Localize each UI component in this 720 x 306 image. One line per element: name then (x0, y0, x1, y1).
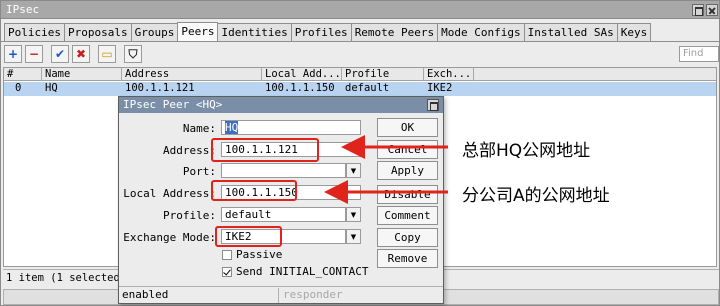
profile-select[interactable]: default (221, 207, 346, 222)
apply-button[interactable]: Apply (377, 161, 438, 180)
name-label: Name: (182, 122, 216, 135)
dialog-title: IPsec Peer <HQ> (123, 98, 223, 111)
col-exchange[interactable]: Exch... (424, 68, 474, 81)
find-input[interactable]: Find (679, 46, 719, 62)
tab-profiles[interactable]: Profiles (290, 23, 352, 42)
send-initial-contact-checkbox[interactable] (222, 267, 232, 277)
col-index[interactable]: # (4, 68, 42, 81)
tab-peers[interactable]: Peers (177, 22, 219, 42)
copy-button[interactable]: Copy (377, 228, 438, 247)
disable-button[interactable]: Disable (377, 185, 438, 204)
col-profile[interactable]: Profile (342, 68, 424, 81)
exchange-mode-label: Exchange Mode: (123, 231, 216, 244)
remove-icon[interactable]: − (25, 45, 43, 63)
profile-label: Profile: (163, 209, 216, 222)
tab-mode-configs[interactable]: Mode Configs (437, 23, 525, 42)
disable-icon[interactable]: ✖ (72, 45, 90, 63)
local-address-annotation: 分公司A的公网地址 (462, 186, 610, 206)
tab-installed-sas[interactable]: Installed SAs (523, 23, 618, 42)
local-address-label: Local Address: (123, 187, 216, 200)
col-name[interactable]: Name (42, 68, 122, 81)
responder-status: responder (283, 288, 343, 301)
close-icon[interactable] (706, 4, 718, 16)
tab-keys[interactable]: Keys (616, 23, 652, 42)
port-dropdown-icon[interactable]: ▼ (346, 163, 361, 178)
add-icon[interactable]: + (4, 45, 22, 63)
comment-button[interactable]: Comment (377, 206, 438, 225)
table-header: # Name Address Local Add... Profile Exch… (4, 68, 716, 81)
tab-bar: Policies Proposals Groups Peers Identiti… (4, 22, 652, 42)
port-label: Port: (182, 165, 216, 178)
dialog-status-bar: enabled responder (119, 286, 443, 303)
address-highlight-box (211, 138, 319, 162)
col-local-address[interactable]: Local Add... (262, 68, 342, 81)
tab-proposals[interactable]: Proposals (63, 23, 132, 42)
dialog-titlebar[interactable]: IPsec Peer <HQ> (119, 97, 443, 113)
cancel-button[interactable]: Cancel (377, 140, 438, 159)
address-label: Address: (163, 144, 216, 157)
tab-groups[interactable]: Groups (130, 23, 179, 42)
enabled-status: enabled (122, 288, 279, 303)
window-title: IPsec (6, 3, 40, 16)
window-titlebar[interactable]: IPsec (1, 1, 719, 19)
toolbar: + − ✔ ✖ ▭ ⛉ Find (4, 44, 719, 65)
comment-icon[interactable]: ▭ (98, 45, 116, 63)
tab-divider (1, 41, 719, 42)
row-address: 100.1.1.121 (125, 82, 195, 94)
address-annotation: 总部HQ公网地址 (462, 141, 591, 161)
dialog-maximize-icon[interactable] (427, 99, 439, 111)
port-field[interactable] (221, 163, 346, 178)
exchange-mode-highlight-box (215, 226, 282, 247)
row-profile: default (345, 82, 390, 94)
name-field[interactable]: HQ (221, 120, 361, 135)
tab-remote-peers[interactable]: Remote Peers (350, 23, 439, 42)
table-row[interactable]: 0 HQ 100.1.1.121 100.1.1.150 default IKE… (4, 82, 716, 96)
filter-icon[interactable]: ⛉ (124, 45, 142, 63)
local-address-highlight-box (211, 180, 297, 201)
item-count: 1 item (1 selected) (6, 272, 127, 284)
profile-dropdown-icon[interactable]: ▼ (346, 207, 361, 222)
row-index: 0 (15, 82, 22, 94)
ok-button[interactable]: OK (377, 118, 438, 137)
enable-icon[interactable]: ✔ (51, 45, 69, 63)
maximize-icon[interactable] (692, 4, 704, 16)
name-value: HQ (225, 121, 239, 134)
row-name: HQ (45, 82, 58, 94)
passive-checkbox[interactable] (222, 250, 232, 260)
tab-policies[interactable]: Policies (4, 23, 65, 42)
remove-button[interactable]: Remove (377, 249, 438, 268)
tab-identities[interactable]: Identities (217, 23, 292, 42)
col-address[interactable]: Address (122, 68, 262, 81)
passive-label: Passive (236, 248, 283, 261)
exchange-mode-dropdown-icon[interactable]: ▼ (346, 229, 361, 244)
send-initial-contact-label: Send INITIAL_CONTACT (236, 265, 369, 278)
row-local-address: 100.1.1.150 (265, 82, 335, 94)
row-exchange: IKE2 (427, 82, 453, 94)
